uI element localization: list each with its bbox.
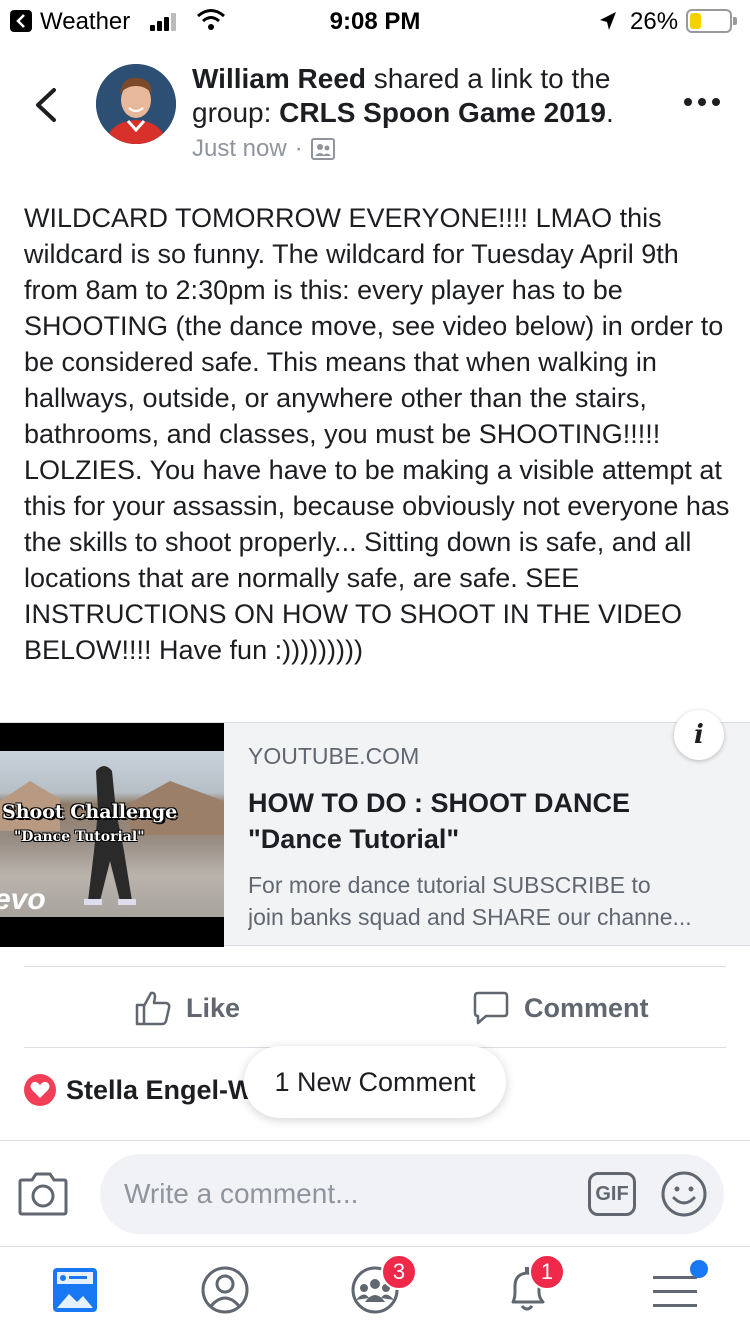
- comment-label: Comment: [524, 992, 649, 1023]
- status-bar: Weather 9:08 PM 26%: [0, 0, 750, 42]
- love-reaction-icon: [24, 1074, 56, 1106]
- battery-fill: [690, 13, 701, 29]
- divider: [0, 1140, 750, 1141]
- video-thumbnail[interactable]: Shoot Challenge "Dance Tutorial" evo: [0, 723, 224, 947]
- thumbnail-title: Shoot Challenge: [2, 801, 178, 823]
- camera-icon[interactable]: [18, 1170, 68, 1216]
- group-icon: [310, 138, 335, 160]
- menu-update-dot: [690, 1260, 708, 1278]
- new-comment-pill[interactable]: 1 New Comment: [244, 1046, 506, 1118]
- reactions-row[interactable]: Stella Engel-W: [24, 1070, 254, 1110]
- thumbs-up-icon: [135, 991, 171, 1026]
- comment-button[interactable]: Comment: [472, 984, 649, 1032]
- signal-icon: [150, 11, 184, 31]
- post-time[interactable]: Just now: [192, 135, 287, 163]
- tab-menu[interactable]: [645, 1260, 708, 1318]
- back-to-app-icon[interactable]: [10, 10, 32, 32]
- battery-icon: [686, 9, 737, 33]
- like-label: Like: [186, 992, 241, 1023]
- tab-news-feed[interactable]: [45, 1262, 105, 1318]
- back-chevron-icon[interactable]: [30, 86, 64, 124]
- tab-profile[interactable]: [195, 1262, 255, 1318]
- more-options-icon[interactable]: [684, 98, 720, 110]
- post-meta: Just now ·: [192, 135, 335, 163]
- location-icon: [600, 12, 616, 30]
- thumbnail-subtitle: "Dance Tutorial": [14, 829, 145, 845]
- groups-badge: 3: [381, 1254, 417, 1290]
- link-preview-card[interactable]: Shoot Challenge "Dance Tutorial" evo YOU…: [0, 722, 750, 947]
- divider: [24, 966, 726, 967]
- tab-groups[interactable]: 3: [345, 1254, 417, 1318]
- link-source: YOUTUBE.COM: [248, 743, 420, 769]
- battery-percent: 26%: [630, 8, 679, 35]
- wifi-icon: [197, 9, 225, 30]
- meta-separator: ·: [294, 135, 303, 162]
- thumbnail-logo: evo: [0, 883, 46, 916]
- back-app-label[interactable]: Weather: [40, 8, 130, 36]
- notifications-badge: 1: [529, 1254, 565, 1290]
- link-title[interactable]: HOW TO DO : SHOOT DANCE "Dance Tutorial": [248, 785, 718, 857]
- author-avatar[interactable]: [96, 64, 176, 144]
- tab-notifications[interactable]: 1: [497, 1254, 565, 1318]
- reactor-name: Stella Engel-W: [66, 1074, 254, 1105]
- like-button[interactable]: Like: [134, 984, 240, 1032]
- comment-input[interactable]: [124, 1154, 564, 1234]
- news-feed-icon: [53, 1268, 97, 1312]
- emoji-icon[interactable]: [660, 1170, 708, 1218]
- post-header-text: William Reed shared a link to the group:…: [192, 63, 614, 128]
- post-body: WILDCARD TOMORROW EVERYONE!!!! LMAO this…: [24, 203, 737, 665]
- group-name[interactable]: CRLS Spoon Game 2019: [279, 97, 606, 128]
- link-description: For more dance tutorial SUBSCRIBE to joi…: [248, 872, 692, 930]
- profile-icon: [201, 1266, 249, 1314]
- speech-bubble-icon: [473, 991, 509, 1025]
- author-name[interactable]: William Reed: [192, 63, 366, 94]
- info-icon[interactable]: i: [674, 710, 724, 760]
- divider: [0, 1246, 750, 1247]
- gif-button[interactable]: GIF: [588, 1172, 636, 1216]
- comment-composer[interactable]: GIF: [100, 1154, 724, 1234]
